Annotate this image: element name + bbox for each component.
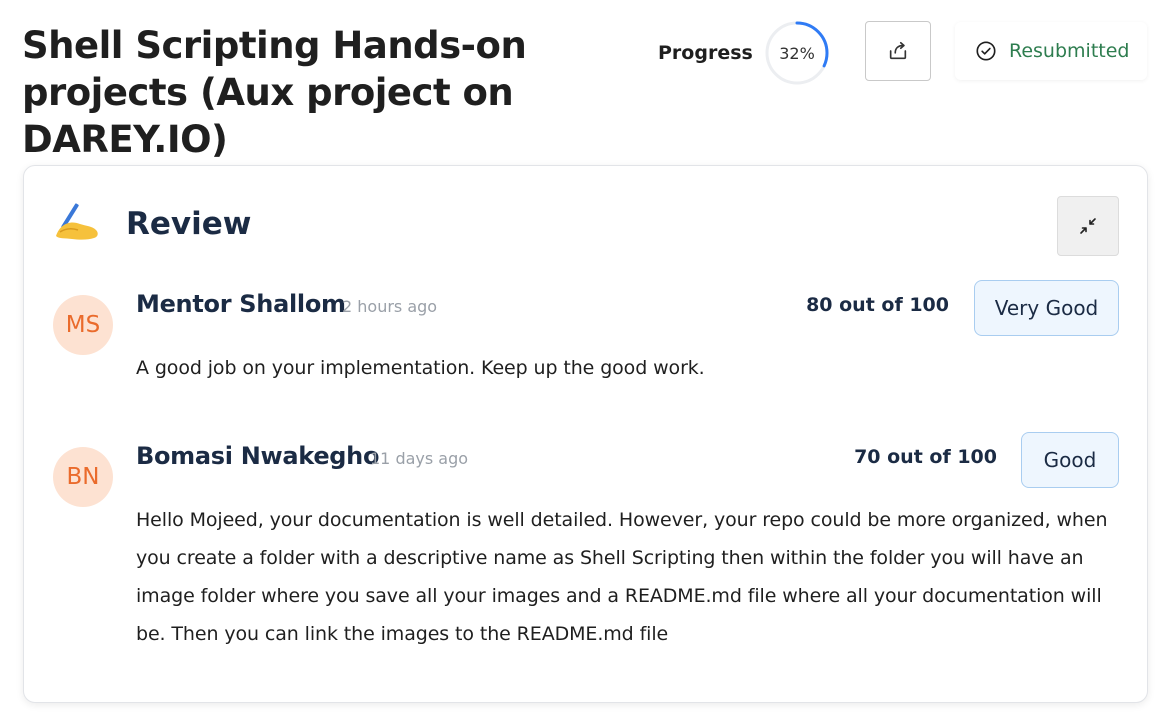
share-button[interactable] [865, 21, 931, 81]
check-circle-icon [976, 41, 996, 61]
review-time: 11 days ago [370, 449, 469, 468]
review-panel: Review MS Mentor Shallom 2 hours ago 80 … [23, 165, 1148, 703]
review-score: 80 out of 100 [806, 294, 949, 316]
review-comment: Hello Mojeed, your documentation is well… [136, 509, 1108, 645]
progress-value: 32% [779, 43, 815, 63]
rating-badge: Very Good [974, 280, 1119, 336]
avatar: MS [53, 295, 113, 355]
review-time: 2 hours ago [342, 297, 438, 316]
status-text: Resubmitted [1009, 40, 1130, 62]
review-comment: A good job on your implementation. Keep … [136, 357, 705, 379]
progress-label: Progress [658, 42, 753, 64]
progress-ring: 32% [764, 20, 830, 86]
rating-badge: Good [1021, 432, 1119, 488]
avatar: BN [53, 447, 113, 507]
reviewer-name: Mentor Shallom [136, 290, 346, 318]
reviewer-name: Bomasi Nwakegho [136, 442, 380, 470]
collapse-icon [1080, 218, 1096, 234]
writing-hand-icon [54, 200, 102, 244]
review-score: 70 out of 100 [854, 446, 997, 468]
share-icon [889, 41, 907, 60]
collapse-button[interactable] [1057, 196, 1119, 256]
page-title: Shell Scripting Hands-on projects (Aux p… [22, 24, 527, 161]
status-badge: Resubmitted [955, 22, 1147, 80]
review-title: Review [126, 206, 252, 242]
